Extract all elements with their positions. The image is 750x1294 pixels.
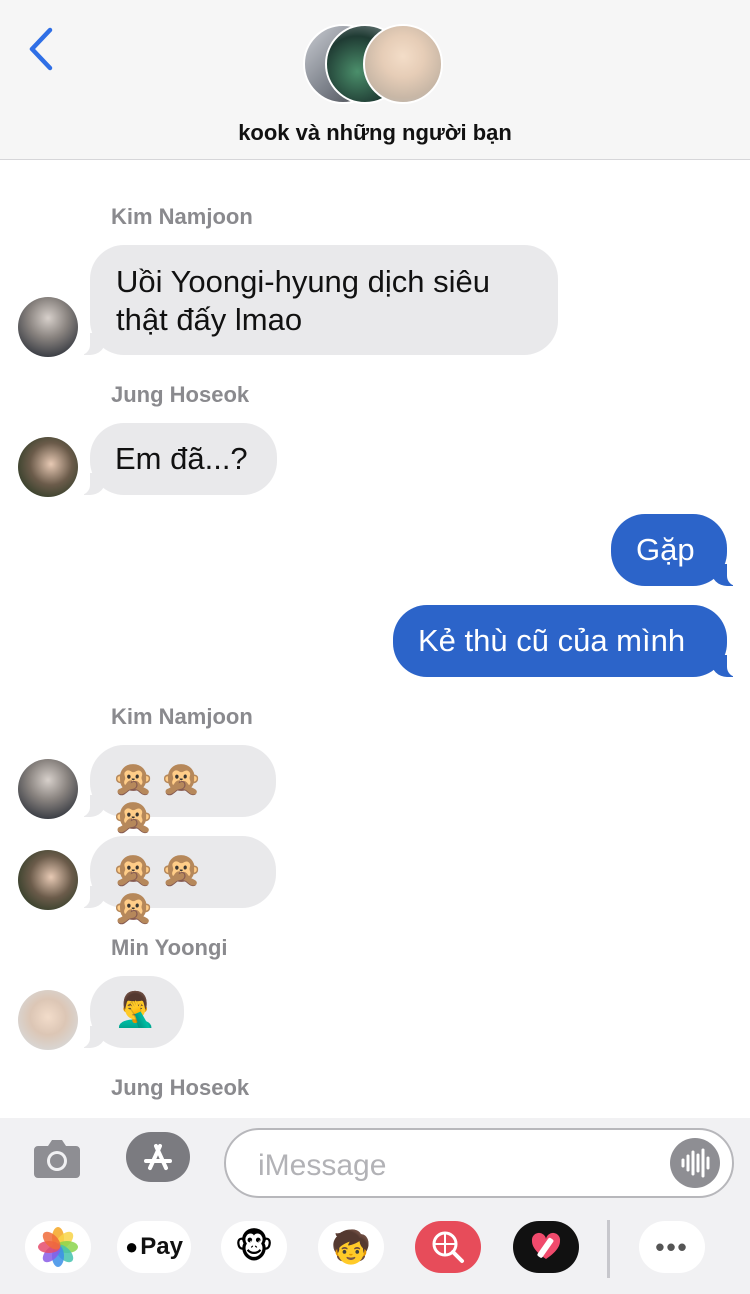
apple-pay-label: Pay <box>140 1233 183 1260</box>
waveform-icon[interactable] <box>670 1138 720 1188</box>
monkey-icon: 🐵 <box>234 1228 274 1266</box>
message-text: Kẻ thù cũ của mình <box>418 623 686 658</box>
group-avatar-stack[interactable] <box>303 24 449 108</box>
globe-search-icon <box>432 1231 464 1263</box>
apple-pay-button[interactable]: ● Pay <box>117 1221 191 1273</box>
message-input-placeholder: iMessage <box>258 1149 387 1182</box>
search-images-button[interactable] <box>415 1221 481 1273</box>
sender-name: Jung Hoseok <box>111 382 250 407</box>
more-icon: ••• <box>655 1231 689 1262</box>
message-bubble[interactable]: 🙊🙊🙊 <box>78 745 276 836</box>
message-text: Em đã...? <box>115 441 248 476</box>
sender-name: Min Yoongi <box>111 935 228 960</box>
message-bubble[interactable]: Uồi Yoongi-hyung dịch siêu thật đấy lmao <box>78 245 558 355</box>
message-bubble[interactable]: Em đã...? <box>78 423 277 495</box>
avatar[interactable] <box>18 850 78 910</box>
animoji-button[interactable]: 🐵 <box>221 1221 287 1273</box>
message-input-bar: iMessage <box>0 1118 750 1206</box>
message-text: Gặp <box>636 532 695 567</box>
sent-message-bubble[interactable]: Gặp <box>611 514 739 586</box>
more-apps-button[interactable]: ••• <box>639 1221 705 1273</box>
sender-name: Kim Namjoon <box>111 204 253 229</box>
avatar <box>363 24 443 104</box>
sender-name: Kim Namjoon <box>111 704 253 729</box>
chevron-left-icon[interactable] <box>26 26 58 72</box>
camera-icon[interactable] <box>32 1134 82 1180</box>
message-text-line: Uồi Yoongi-hyung dịch siêu <box>116 264 490 299</box>
avatar[interactable] <box>18 990 78 1050</box>
digital-touch-button[interactable] <box>513 1221 579 1273</box>
message-bubble[interactable]: 🙊🙊🙊 <box>78 836 276 927</box>
memoji-icon: 🧒 <box>331 1229 371 1265</box>
avatar[interactable] <box>18 437 78 497</box>
photos-app-button[interactable] <box>25 1221 91 1273</box>
divider <box>607 1220 610 1278</box>
sent-message-bubble[interactable]: Kẻ thù cũ của mình <box>393 605 739 677</box>
heart-icon <box>531 1232 561 1259</box>
app-drawer: ● Pay 🐵 🧒 ••• <box>0 1206 750 1294</box>
conversation-header: kook và những người bạn <box>0 0 750 160</box>
apple-icon: ● <box>125 1234 139 1259</box>
message-bubble[interactable]: 🤦‍♂️ <box>78 976 184 1048</box>
message-input[interactable]: iMessage <box>224 1128 734 1198</box>
group-name[interactable]: kook và những người bạn <box>0 120 750 146</box>
photos-icon <box>38 1227 78 1267</box>
message-emoji: 🙊🙊🙊 <box>112 760 209 836</box>
sender-name: Jung Hoseok <box>111 1075 250 1100</box>
app-store-icon[interactable] <box>126 1132 190 1182</box>
message-text-line: thật đấy lmao <box>116 302 303 337</box>
message-emoji: 🙊🙊🙊 <box>112 851 209 927</box>
avatar[interactable] <box>18 297 78 357</box>
memoji-button[interactable]: 🧒 <box>318 1221 384 1273</box>
avatar[interactable] <box>18 759 78 819</box>
message-emoji: 🤦‍♂️ <box>114 991 163 1029</box>
